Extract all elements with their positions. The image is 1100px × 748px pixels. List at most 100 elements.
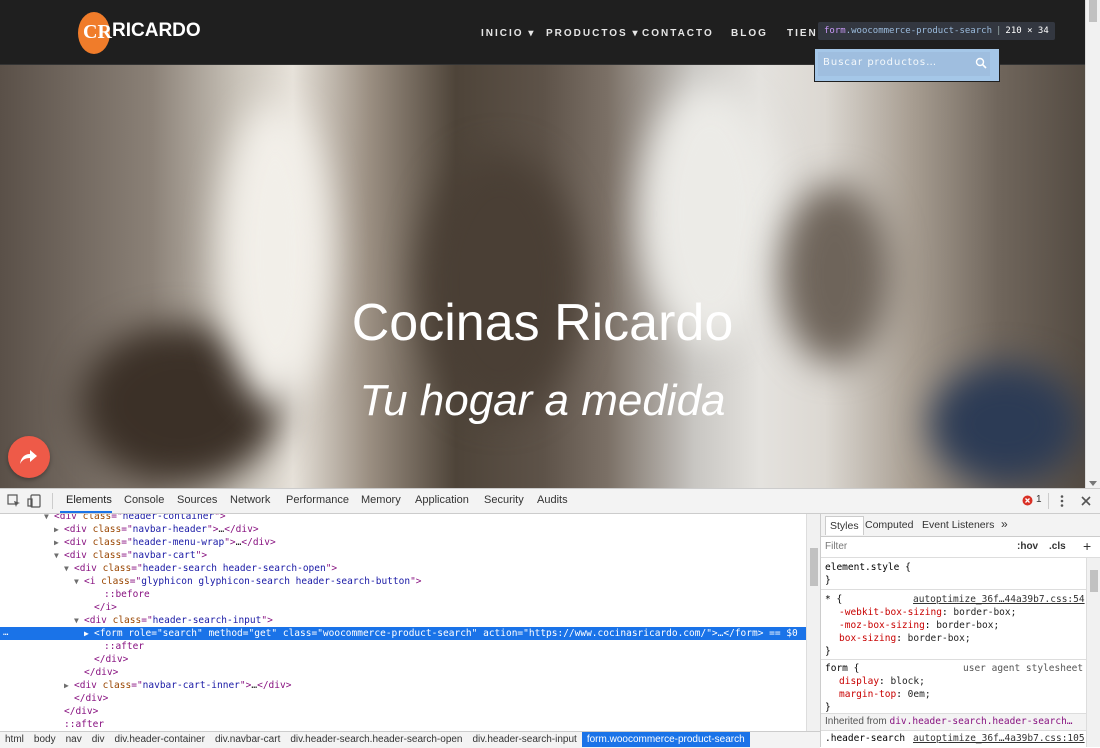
close-icon[interactable] [1078, 493, 1094, 509]
breadcrumb-item[interactable]: div.header-search-input [468, 732, 582, 747]
scroll-down-arrow-icon[interactable] [1089, 481, 1097, 486]
expand-triangle-icon[interactable]: ▶ [54, 523, 64, 536]
collapse-triangle-icon[interactable]: ▼ [64, 562, 74, 575]
dom-node[interactable]: ▼ <div class="navbar-cart"> [0, 549, 806, 562]
dom-node[interactable]: </div> [0, 666, 806, 679]
breadcrumb-item[interactable]: div [87, 732, 110, 747]
dom-tree[interactable]: ▼ <div class="header-container"> ▶ <div cla… [0, 514, 806, 731]
markup-token: class [92, 524, 122, 535]
filter-input[interactable]: Filter [825, 541, 847, 552]
nav-item-blog[interactable]: BLOG [731, 28, 768, 39]
rule-selector[interactable]: * { [825, 593, 842, 606]
dom-node[interactable]: </div> [0, 705, 806, 718]
tab-memory[interactable]: Memory [361, 494, 401, 506]
collapse-triangle-icon[interactable]: ▼ [44, 514, 54, 523]
error-count[interactable]: 1 [1036, 494, 1042, 505]
dom-node[interactable]: ▶ <div class="navbar-header">…</div> [0, 523, 806, 536]
tab-network[interactable]: Network [230, 494, 270, 506]
css-property: -webkit-box-sizing [839, 607, 942, 618]
tab-application[interactable]: Application [415, 494, 469, 506]
dom-node[interactable]: ::before [0, 588, 806, 601]
dom-node[interactable]: ::after [0, 718, 806, 731]
collapse-triangle-icon[interactable]: ▼ [74, 575, 84, 588]
styles-scrollbar[interactable] [1086, 558, 1100, 747]
tab-styles[interactable]: Styles [825, 516, 864, 535]
tab-performance[interactable]: Performance [286, 494, 349, 506]
expand-triangle-icon[interactable]: ▶ [54, 536, 64, 549]
inspect-tooltip: form.woocommerce-product-search | 210 × 34 [818, 22, 1055, 40]
dom-tree-scrollbar[interactable] [806, 514, 820, 731]
dom-node[interactable]: ▶ <div class="navbar-cart-inner">…</div> [0, 679, 806, 692]
nav-item-inicio[interactable]: INICIO ▾ [481, 28, 535, 39]
inherited-selector-link[interactable]: div.header-search.header-search… [889, 716, 1072, 727]
error-icon[interactable] [1022, 495, 1033, 506]
markup-token: =" [242, 628, 255, 639]
breadcrumb-item[interactable]: form.woocommerce-product-search [581, 732, 750, 747]
markup-token: </div> [241, 537, 276, 548]
expand-triangle-icon[interactable]: ▶ [84, 627, 94, 640]
dom-node[interactable]: ▶ <div class="header-menu-wrap">…</div> [0, 536, 806, 549]
element-style-rule[interactable]: element.style { [825, 561, 911, 574]
breadcrumb-item[interactable]: nav [61, 732, 87, 747]
inspect-element-icon[interactable] [6, 493, 22, 509]
new-rule-button[interactable]: + [1083, 538, 1091, 554]
breadcrumb-item[interactable]: html [0, 732, 29, 747]
breadcrumb-item[interactable]: body [29, 732, 61, 747]
site-logo[interactable]: CR RICARDO [78, 12, 201, 54]
scrollbar-thumb[interactable] [810, 548, 818, 586]
dom-node[interactable]: </i> [0, 601, 806, 614]
css-declaration[interactable]: -webkit-box-sizing: border-box; [839, 606, 1016, 619]
rule-selector[interactable]: form { [825, 662, 859, 675]
styles-filter-row: Filter :hov .cls + [821, 537, 1100, 558]
collapse-triangle-icon[interactable]: ▼ [74, 614, 84, 627]
search-icon[interactable] [975, 57, 987, 69]
rule-source-link[interactable]: autoptimize_36f…44a39b7.css:54 [913, 593, 1085, 606]
page-scrollbar[interactable] [1085, 0, 1100, 488]
tab-security[interactable]: Security [484, 494, 524, 506]
dom-node[interactable]: ▼ <i class="glyphicon glyphicon-search he… [0, 575, 806, 588]
markup-token: =" [111, 514, 123, 522]
caret-down-icon: ▾ [523, 28, 536, 39]
dom-node-selected[interactable]: … ▶ <form role="search" method="get" class… [0, 627, 806, 640]
more-tabs-icon[interactable]: » [1001, 517, 1008, 531]
dom-node[interactable]: ▼ <div class="header-search-input"> [0, 614, 806, 627]
hover-state-toggle[interactable]: :hov [1017, 541, 1038, 552]
dom-node[interactable]: </div> [0, 692, 806, 705]
css-declaration[interactable]: box-sizing: border-box; [839, 632, 971, 645]
dom-node[interactable]: ::after [0, 640, 806, 653]
tab-sources[interactable]: Sources [177, 494, 217, 506]
breadcrumb-item[interactable]: div.header-search.header-search-open [285, 732, 467, 747]
scrollbar-thumb[interactable] [1089, 0, 1097, 22]
more-options-icon[interactable] [1054, 493, 1070, 509]
css-declaration[interactable]: -moz-box-sizing: border-box; [839, 619, 999, 632]
collapse-triangle-icon[interactable]: ▼ [54, 549, 64, 562]
nav-item-contacto[interactable]: CONTACTO [642, 28, 714, 39]
rule-close-brace: } [825, 646, 831, 657]
breadcrumb-item[interactable]: div.navbar-cart [210, 732, 285, 747]
breadcrumb-item[interactable]: div.header-container [110, 732, 210, 747]
dom-node[interactable]: </div> [0, 653, 806, 666]
tab-audits[interactable]: Audits [537, 494, 568, 506]
expand-triangle-icon[interactable]: ▶ [64, 679, 74, 692]
css-declaration[interactable]: margin-top: 0em; [839, 688, 931, 701]
markup-token: get [254, 628, 272, 639]
markup-token: class [282, 628, 312, 639]
scrollbar-thumb[interactable] [1090, 570, 1098, 592]
tab-event-listeners[interactable]: Event Listeners [922, 519, 994, 531]
markup-token: "> [195, 550, 208, 561]
markup-token: =" [129, 576, 142, 587]
node-actions-icon[interactable]: … [3, 627, 8, 640]
tab-elements[interactable]: Elements [66, 494, 112, 506]
dom-node[interactable]: ▼ <div class="header-search header-search… [0, 562, 806, 575]
css-declaration[interactable]: display: block; [839, 675, 925, 688]
rule-source-link[interactable]: autoptimize_36f…4a39b7.css:105 [913, 732, 1085, 745]
class-toggle[interactable]: .cls [1049, 541, 1066, 552]
tab-console[interactable]: Console [124, 494, 164, 506]
logo-wordmark: RICARDO [112, 20, 201, 41]
rule-selector[interactable]: .header-search [825, 732, 905, 745]
device-toolbar-icon[interactable] [27, 493, 43, 509]
dom-node[interactable]: ▼ <div class="header-container"> [0, 514, 806, 523]
tab-computed[interactable]: Computed [865, 519, 913, 531]
nav-item-productos[interactable]: PRODUCTOS ▾ [546, 28, 640, 39]
share-button[interactable] [8, 436, 50, 478]
